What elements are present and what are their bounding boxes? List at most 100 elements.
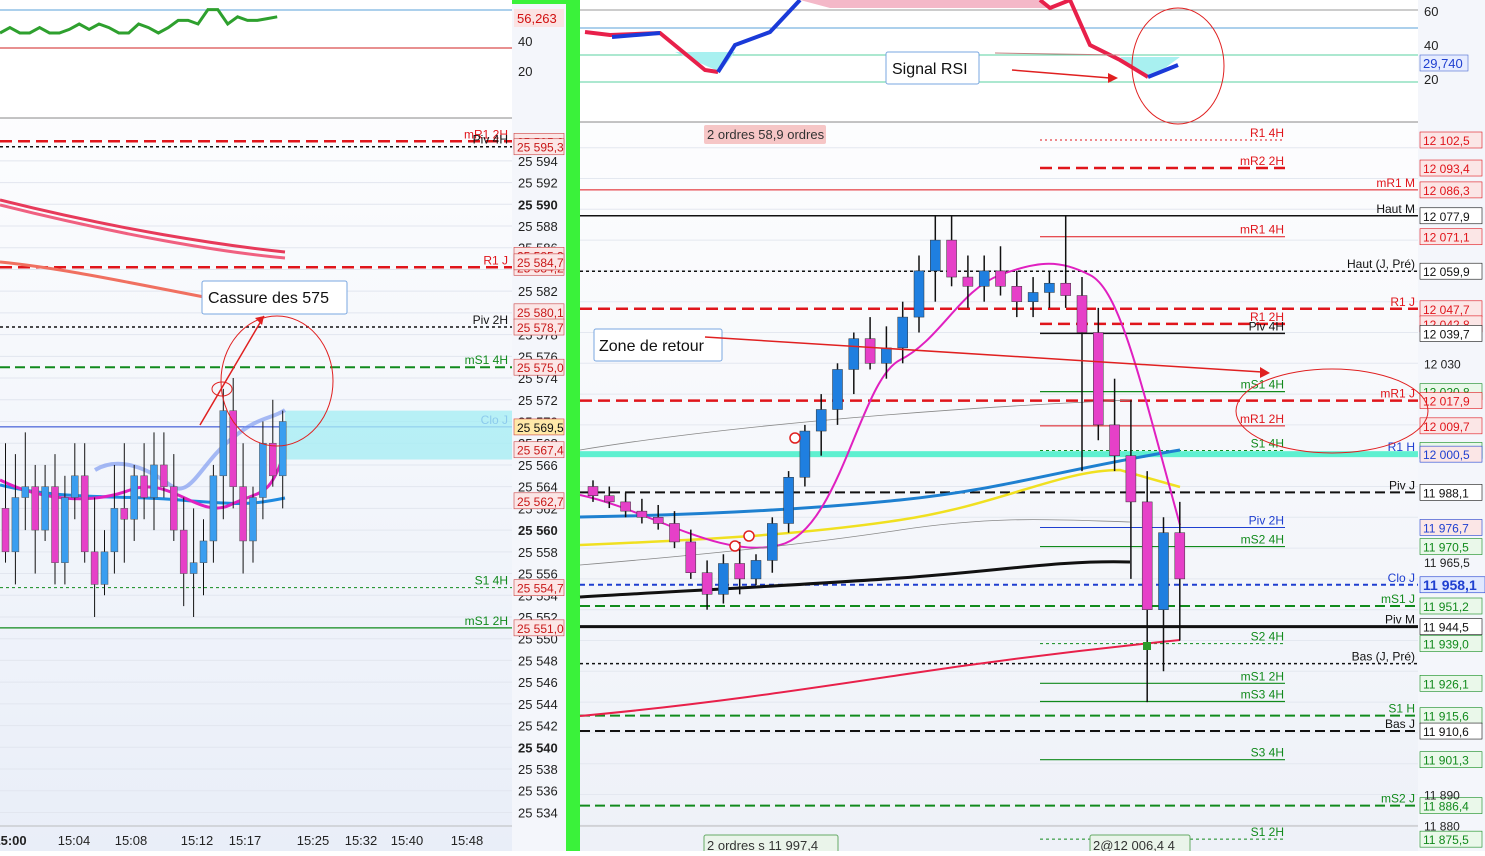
left-price-tick: 25 556: [518, 567, 558, 582]
left-time-tick: 15:25: [297, 833, 330, 848]
right-level-label: Bas (J, Pré): [1352, 650, 1415, 664]
left-price-tick: 25 560: [518, 523, 558, 538]
right-candle-body: [734, 563, 745, 580]
right-candle-body: [750, 560, 762, 580]
right-candle-body: [848, 338, 860, 370]
rsi-signal-text: Signal RSI: [892, 61, 968, 78]
right-level-price: 11 910,6: [1423, 725, 1469, 739]
left-time-tick: 15:32: [345, 833, 378, 848]
left-candle-body: [259, 442, 267, 498]
right-level-label: mR1 M: [1376, 176, 1415, 190]
left-cyan-band: [285, 410, 512, 460]
left-level-price: 25 554,7: [517, 582, 564, 596]
left-level-price: 25 584,7: [517, 256, 564, 270]
left-level-price: 25 562,7: [517, 495, 564, 509]
right-rsi-overbought-fill: [800, 0, 1050, 8]
order-marker: [743, 530, 755, 542]
right-candle-body: [1076, 295, 1088, 333]
left-candle-body: [219, 410, 228, 477]
right-price-tick: 11 890: [1424, 789, 1460, 803]
right-level-price: 12 071,1: [1423, 231, 1470, 245]
right-candle-body: [946, 239, 957, 278]
left-level-price: 25 580,1: [517, 306, 564, 320]
right-level-label: mR2 2H: [1240, 154, 1284, 168]
orders-bottom-right-text: 2@12 006,4 4: [1093, 838, 1175, 851]
left-price-tick: 25 566: [518, 458, 558, 473]
right-level-price: 12 077,9: [1423, 210, 1470, 224]
right-level-price: 12 009,7: [1423, 420, 1470, 434]
right-candle-body: [1044, 282, 1055, 293]
left-level-label: Piv 4H: [473, 133, 508, 147]
right-level-price: 12 039,7: [1423, 327, 1470, 341]
right-level-price: 11 976,7: [1423, 521, 1469, 535]
right-level-label: Piv 4H: [1249, 319, 1284, 333]
right-candle-body: [1011, 286, 1023, 302]
left-candle-body: [51, 486, 59, 563]
left-time-tick: 15:12: [181, 833, 214, 848]
right-candle-body: [1174, 532, 1186, 580]
right-candle-body: [685, 541, 697, 573]
right-level-label: Haut (J, Pré): [1347, 257, 1415, 271]
right-price-tick: 11 965,5: [1424, 556, 1470, 570]
right-level-label: Haut M: [1376, 202, 1415, 216]
left-level-price: 25 578,7: [517, 321, 564, 335]
green-divider-bar[interactable]: [566, 0, 580, 851]
left-time-tick: 15:04: [58, 833, 91, 848]
left-price-tick: 25 540: [518, 740, 558, 755]
right-candle-body: [604, 495, 615, 503]
left-price-tick: 25 588: [518, 219, 558, 234]
right-candle-body: [930, 239, 941, 272]
left-time-tick: 15:40: [391, 833, 424, 848]
right-level-price: 11 901,3: [1423, 754, 1469, 768]
left-time-tick: 15:17: [229, 833, 262, 848]
right-candle-body: [913, 270, 925, 318]
right-level-label: mS2 4H: [1241, 533, 1284, 547]
left-level-label: mS1 4H: [465, 353, 508, 367]
left-candle-body: [110, 508, 119, 553]
right-candle-body: [767, 523, 778, 561]
right-level-price: 12 086,3: [1423, 184, 1470, 198]
right-candle-body: [864, 338, 876, 364]
right-level-price: 12 059,9: [1423, 265, 1470, 279]
left-candle-body: [130, 475, 138, 520]
right-level-price: 11 944,5: [1423, 621, 1469, 635]
right-candle-body: [1125, 455, 1137, 503]
order-marker: [789, 432, 801, 444]
left-level-label: Piv 2H: [473, 313, 508, 327]
left-price-tick: 25 538: [518, 762, 558, 777]
right-level-label: mS3 4H: [1241, 687, 1284, 701]
left-annotation-text: Cassure des 575: [208, 290, 329, 307]
left-candle-body: [189, 562, 198, 574]
left-candle-body: [31, 486, 39, 531]
right-level-price: 11 875,5: [1423, 833, 1469, 847]
left-candle-body: [140, 475, 148, 498]
right-level-price: 11 926,1: [1423, 677, 1469, 691]
left-level-label: mS1 2H: [465, 614, 508, 628]
right-level-label: S1 4H: [1251, 436, 1284, 450]
left-candle-body: [179, 529, 188, 574]
left-price-tick: 25 590: [518, 197, 558, 212]
right-candle-body: [1141, 501, 1153, 610]
left-price-tick: 25 558: [518, 545, 558, 560]
left-candle-body: [209, 475, 218, 542]
right-price-tick: 12 030: [1424, 357, 1461, 371]
left-candle-body: [239, 486, 247, 542]
right-level-price: 11 958,1: [1423, 577, 1477, 593]
right-level-label: S3 4H: [1251, 746, 1284, 760]
right-candle-body: [1093, 332, 1104, 426]
right-level-label: R1 J: [1390, 295, 1415, 309]
left-candle-body: [41, 486, 49, 531]
right-level-label: mS1 4H: [1241, 378, 1284, 392]
right-level-label: Piv J: [1389, 478, 1415, 492]
left-candle-body: [80, 475, 89, 553]
right-level-label: S2 4H: [1251, 630, 1284, 644]
left-candle-body: [160, 464, 168, 487]
right-level-price: 12 047,7: [1423, 303, 1470, 317]
right-level-label: mS1 2H: [1241, 669, 1284, 683]
right-level-price: 11 970,5: [1423, 541, 1469, 555]
left-level-price: 25 575,0: [517, 361, 564, 375]
left-time-tick: 15:00: [0, 833, 27, 848]
right-level-label: mR1 4H: [1240, 223, 1284, 237]
order-marker-green: [1143, 642, 1151, 650]
right-level-price: 11 951,2: [1423, 600, 1469, 614]
